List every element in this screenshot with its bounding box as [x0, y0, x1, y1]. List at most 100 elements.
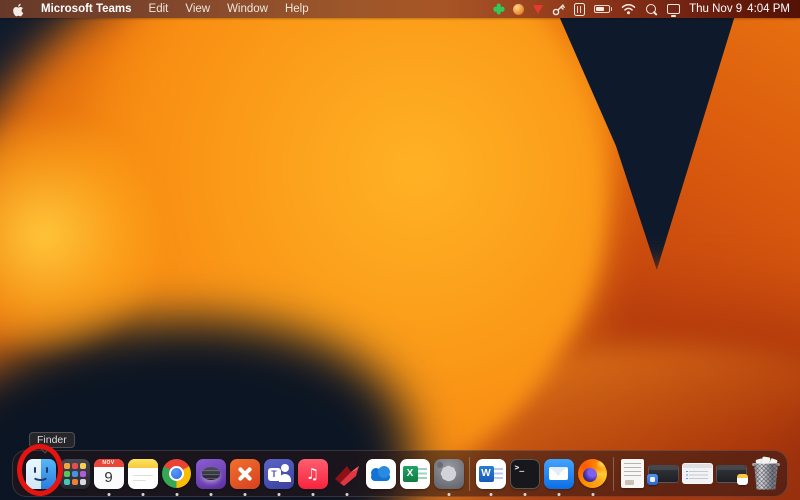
launchpad-cell: [71, 470, 78, 477]
dock-item-music[interactable]: [297, 452, 328, 496]
calendar-icon: NOV 9: [93, 458, 124, 489]
dock-item-chrome[interactable]: [161, 452, 192, 496]
remote-desktop-icon: [229, 458, 260, 489]
apple-logo-glyph: [13, 3, 24, 16]
app-badge-yellow: [737, 473, 748, 485]
purple-disk-app-icon: [195, 458, 226, 489]
dock-item-calendar[interactable]: NOV 9: [93, 452, 124, 496]
running-indicator: [557, 492, 560, 496]
minimized-window-thumbnail: [682, 463, 713, 484]
dock-item-excel[interactable]: X: [399, 452, 430, 496]
teams-icon: T: [263, 458, 294, 489]
launchpad-cell: [79, 462, 86, 469]
menu-edit[interactable]: Edit: [149, 3, 169, 15]
mail-icon: [543, 458, 574, 489]
menu-bar-clock[interactable]: Thu Nov 9 4:04 PM: [689, 3, 790, 15]
dock-item-minimized-window-2[interactable]: [682, 452, 713, 496]
running-indicator: [141, 492, 144, 496]
battery-cap: [610, 7, 613, 11]
dock-item-terminal[interactable]: >_: [509, 452, 540, 496]
wifi-glyph: [621, 3, 636, 15]
dock-item-purple-disk-app[interactable]: [195, 452, 226, 496]
dock-item-onedrive[interactable]: [365, 452, 396, 496]
finder-tooltip: Finder: [29, 432, 75, 448]
launchpad-cell: [79, 470, 86, 477]
calendar-day: 9: [104, 469, 113, 486]
menu-help[interactable]: Help: [285, 3, 309, 15]
dock-item-trash[interactable]: [750, 452, 782, 496]
chrome-icon: [162, 459, 191, 488]
dock-item-system-settings[interactable]: [433, 452, 464, 496]
running-indicator: [175, 492, 178, 496]
excel-x-tile: X: [402, 465, 418, 482]
onedrive-icon: [365, 458, 396, 489]
dock-item-minimized-window-3[interactable]: [716, 452, 748, 496]
notes-line: [132, 479, 146, 481]
desktop-wallpaper: [0, 0, 800, 500]
launchpad-cell: [63, 470, 70, 477]
running-indicator: [523, 492, 526, 496]
launchpad-icon: [59, 458, 90, 489]
wallet-status-icon[interactable]: [574, 2, 586, 16]
envelope-glyph: [549, 467, 568, 480]
disk-glyph: [201, 467, 220, 480]
running-indicator: [209, 492, 212, 496]
menu-bar: Microsoft Teams Edit View Window Help Th…: [0, 0, 800, 18]
dock-item-word[interactable]: W: [475, 452, 506, 496]
spotlight-search-icon[interactable]: [645, 3, 658, 16]
running-indicator: [39, 492, 42, 496]
dock-item-notes[interactable]: [127, 452, 158, 496]
running-indicator: [591, 492, 594, 496]
launchpad-cell: [79, 478, 86, 485]
system-settings-icon: [433, 458, 464, 489]
green-plus-status-icon[interactable]: [493, 4, 504, 15]
dock: NOV 9 T ♫ X W >_: [12, 450, 788, 497]
menu-view[interactable]: View: [185, 3, 210, 15]
gear-hole: [437, 462, 443, 468]
dock-item-launchpad[interactable]: [59, 452, 90, 496]
orange-sphere-status-icon[interactable]: [513, 3, 525, 15]
music-icon: [297, 458, 328, 489]
running-indicator: [345, 492, 348, 496]
running-indicator: [277, 492, 280, 496]
gear-glyph: [437, 462, 458, 483]
teams-person-head: [280, 463, 289, 472]
menu-bar-left: Microsoft Teams Edit View Window Help: [12, 2, 309, 17]
launchpad-cell: [71, 462, 78, 469]
battery-icon[interactable]: [594, 1, 613, 17]
active-app-menu[interactable]: Microsoft Teams: [41, 3, 132, 15]
running-indicator: [447, 492, 450, 496]
clock-date: Thu Nov 9: [689, 3, 743, 15]
dock-item-rsa-securid[interactable]: [331, 452, 362, 496]
dock-item-document-file[interactable]: [619, 452, 645, 496]
menu-window[interactable]: Window: [227, 3, 268, 15]
trash-full-icon: [752, 455, 780, 490]
finder-icon: [25, 458, 56, 489]
menu-bar-status-area: Thu Nov 9 4:04 PM: [493, 1, 790, 17]
wifi-icon[interactable]: [621, 1, 636, 17]
notes-icon: [127, 458, 158, 489]
dock-divider: [613, 456, 614, 491]
dock-item-finder[interactable]: [25, 452, 56, 496]
dock-item-minimized-window-1[interactable]: [647, 452, 679, 496]
dock-item-remote-desktop[interactable]: [229, 452, 260, 496]
teams-person-body: [278, 473, 291, 482]
launchpad-cell: [63, 478, 70, 485]
rsa-securid-icon: [334, 465, 359, 486]
notes-line: [132, 474, 153, 476]
gear-body: [441, 466, 456, 481]
running-indicator: [243, 492, 246, 496]
key-glyph: [552, 3, 566, 15]
dock-item-firefox[interactable]: [577, 452, 608, 496]
finder-smile: [31, 470, 49, 481]
running-indicator: [311, 492, 314, 496]
minimized-window-thumbnail: [647, 464, 679, 485]
display-status-icon[interactable]: [667, 4, 681, 17]
excel-icon: X: [399, 458, 430, 489]
battery-fill: [596, 7, 605, 11]
key-status-icon[interactable]: [552, 1, 566, 17]
dock-item-mail[interactable]: [543, 452, 574, 496]
dock-item-teams[interactable]: T: [263, 452, 294, 496]
red-funnel-status-icon[interactable]: [533, 4, 544, 14]
apple-menu-icon[interactable]: [12, 2, 24, 17]
